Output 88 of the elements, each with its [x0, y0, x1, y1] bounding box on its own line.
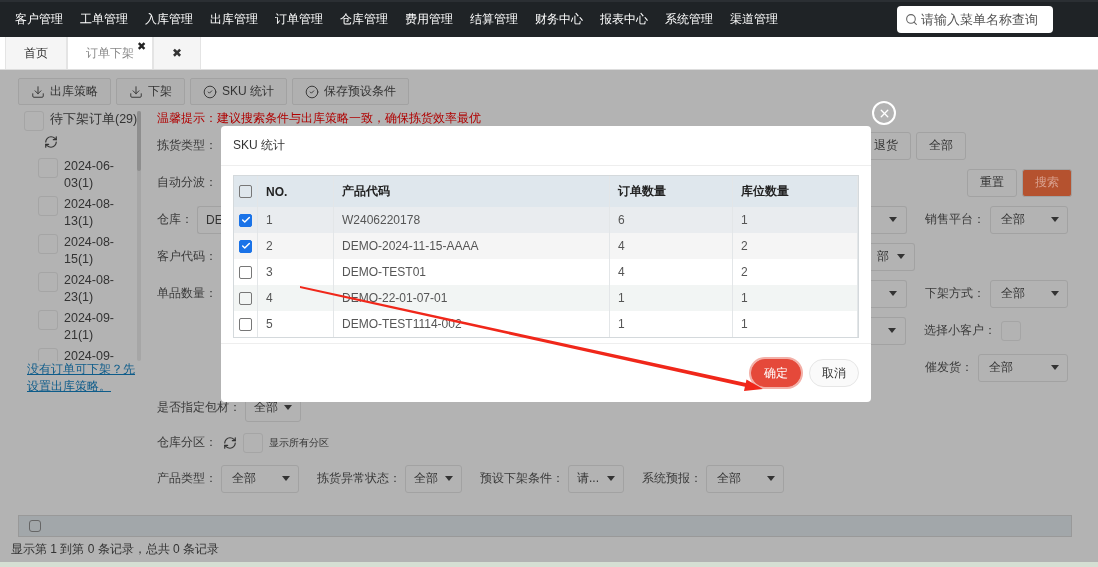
caret-icon [767, 476, 775, 481]
tree-label[interactable]: 2024-06-03(1) [64, 158, 126, 192]
setup-link[interactable]: 没有订单可下架？先设置出库策略。 [27, 361, 145, 395]
caret-icon [607, 476, 615, 481]
field-label: 拣货异常状态： [317, 470, 401, 487]
checkbox[interactable] [29, 520, 41, 532]
select-field[interactable]: 全部 [978, 353, 1068, 382]
nav-item[interactable]: 仓库管理 [340, 11, 388, 28]
checkbox[interactable] [239, 291, 252, 305]
tree-label[interactable]: 2024-09- [64, 348, 126, 361]
checkbox-label: 显示所有分区 [269, 435, 329, 450]
checkbox[interactable] [239, 265, 252, 279]
field-label: 产品类型： [157, 470, 217, 487]
check-circle-icon [305, 84, 319, 99]
table-cell: 1 [610, 311, 733, 337]
caret-icon [1051, 291, 1059, 296]
checkbox[interactable] [239, 239, 252, 253]
nav-item[interactable]: 渠道管理 [730, 11, 778, 28]
tab[interactable]: ✖ [153, 37, 201, 69]
search-icon [905, 13, 918, 26]
checkbox[interactable] [239, 185, 252, 198]
record-count: 显示第 1 到第 0 条记录，总共 0 条记录 [0, 537, 1098, 567]
field-label: 系统预报： [642, 470, 702, 487]
nav-item[interactable]: 订单管理 [275, 11, 323, 28]
field-label: 催发货： [925, 359, 973, 376]
toolbar-button[interactable]: 保存预设条件 [292, 78, 409, 105]
toolbar-button[interactable]: SKU 统计 [190, 78, 287, 105]
checkbox[interactable] [239, 317, 252, 331]
field-label: 仓库： [157, 211, 193, 228]
caret-icon [1051, 217, 1059, 222]
caret-icon [1051, 365, 1059, 370]
caret-icon [445, 476, 453, 481]
cancel-button[interactable]: 取消 [809, 359, 859, 387]
tree-label[interactable]: 2024-08-13(1) [64, 196, 126, 230]
caret-icon [282, 476, 290, 481]
reset-button[interactable]: 重置 [967, 168, 1017, 197]
nav-item[interactable]: 工单管理 [80, 11, 128, 28]
nav-item[interactable]: 结算管理 [470, 11, 518, 28]
select-field[interactable]: 全部 [405, 464, 462, 493]
select-field[interactable]: 全部 [990, 279, 1068, 308]
toolbar-button[interactable]: 下架 [116, 78, 185, 105]
tree-label[interactable]: 2024-08-15(1) [64, 234, 126, 268]
table-cell: 1 [733, 311, 858, 337]
select-field[interactable]: 全部 [990, 205, 1068, 234]
field-label: 单品数量： [157, 285, 217, 302]
tree-label[interactable]: 2024-09-21(1) [64, 310, 126, 344]
tip-text: 温馨提示：建议搜索条件与出库策略一致，确保拣货效率最优 [157, 110, 481, 127]
checkbox[interactable] [239, 213, 252, 227]
nav-item[interactable]: 财务中心 [535, 11, 583, 28]
refresh-icon[interactable] [44, 135, 58, 149]
tab[interactable]: 订单下架 ✖ [67, 37, 153, 69]
download-icon [31, 84, 45, 99]
dialog-title: SKU 统计 [221, 126, 871, 166]
field-label: 自动分波： [157, 174, 217, 191]
select-field[interactable]: 全部 [706, 464, 784, 493]
table-cell: 5 [258, 311, 334, 337]
field-label: 销售平台： [925, 211, 985, 228]
caret-icon [897, 254, 905, 259]
menu-search-field[interactable]: 请输入菜单名称查询 [897, 6, 1053, 33]
field-label: 下架方式： [925, 285, 985, 302]
field-label: 是否指定包材： [157, 399, 241, 416]
select-field[interactable]: 全部 [221, 464, 299, 493]
tab[interactable]: 首页 [5, 37, 67, 69]
nav-item[interactable]: 客户管理 [15, 11, 63, 28]
close-button[interactable] [872, 101, 896, 125]
field-label: 仓库分区： [157, 434, 217, 451]
download-icon [129, 84, 143, 99]
caret-icon [888, 328, 896, 333]
option-button[interactable]: 全部 [916, 131, 966, 160]
field-label: 拣货类型： [157, 137, 217, 154]
tree-label[interactable]: 2024-08-23(1) [64, 272, 126, 306]
close-icon[interactable]: ✖ [137, 40, 146, 53]
nav-item[interactable]: 费用管理 [405, 11, 453, 28]
field-label: 预设下架条件： [480, 470, 564, 487]
caret-icon [889, 217, 897, 222]
nav-item[interactable]: 报表中心 [600, 11, 648, 28]
tree-label[interactable]: 待下架订单(29) [50, 111, 145, 128]
refresh-icon[interactable] [223, 435, 237, 450]
caret-icon [889, 291, 897, 296]
toolbar-button[interactable]: 出库策略 [18, 78, 111, 105]
nav-item[interactable]: 出库管理 [210, 11, 258, 28]
nav-item[interactable]: 入库管理 [145, 11, 193, 28]
confirm-button[interactable]: 确定 [751, 359, 801, 387]
check-circle-icon [203, 84, 217, 99]
select-field[interactable]: 请... [568, 464, 624, 493]
nav-item[interactable]: 系统管理 [665, 11, 713, 28]
field-label: 客户代码： [157, 248, 217, 265]
field-label: 选择小客户： [924, 322, 996, 339]
